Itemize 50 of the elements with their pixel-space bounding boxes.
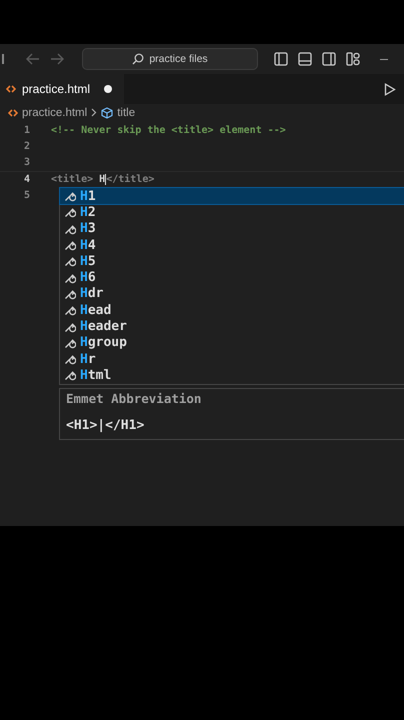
panel-layout-icon[interactable] bbox=[298, 52, 312, 66]
wrench-icon bbox=[64, 206, 76, 218]
code-preview: <H1>|</H1> bbox=[66, 418, 146, 433]
line-number: 5 bbox=[22, 190, 30, 201]
suggestion-item[interactable]: H6 bbox=[60, 269, 404, 286]
line-number: 4 bbox=[22, 174, 30, 185]
suggestion-item[interactable]: Hr bbox=[60, 350, 404, 368]
suggestion-item[interactable]: Header bbox=[60, 318, 404, 335]
suggestion-item[interactable]: H5 bbox=[60, 253, 404, 270]
sidebar-layout-icon[interactable] bbox=[274, 52, 288, 66]
back-arrow-icon[interactable] bbox=[26, 53, 40, 65]
wrench-icon bbox=[64, 369, 76, 382]
wrench-icon bbox=[64, 304, 76, 316]
html-file-icon bbox=[6, 84, 16, 94]
suggestion-item[interactable]: Hdr bbox=[60, 286, 404, 302]
suggestion-item[interactable]: H4 bbox=[60, 236, 404, 254]
breadcrumb-item[interactable]: practice.html bbox=[22, 106, 88, 118]
wrench-icon bbox=[64, 288, 76, 300]
code-line: <!-- Never skip the <title> element --> bbox=[51, 124, 286, 136]
forward-arrow-icon[interactable] bbox=[50, 53, 64, 65]
secondary-sidebar-icon[interactable] bbox=[322, 52, 336, 66]
line-number: 3 bbox=[22, 157, 30, 168]
layout-grid-icon[interactable] bbox=[346, 52, 360, 66]
minimize-icon[interactable] bbox=[380, 58, 388, 60]
breadcrumb-item[interactable]: title bbox=[117, 106, 136, 118]
wrench-icon bbox=[64, 222, 76, 235]
chevron-right-icon bbox=[91, 108, 98, 117]
suggestion-item[interactable]: H3 bbox=[60, 220, 404, 237]
search-field[interactable]: practice files bbox=[82, 48, 258, 70]
run-icon[interactable] bbox=[384, 82, 396, 96]
suggestion-item[interactable]: Hgroup bbox=[60, 334, 404, 351]
suggestion-item[interactable]: H1 bbox=[60, 188, 404, 204]
wrench-icon bbox=[64, 336, 76, 349]
wrench-icon bbox=[64, 272, 76, 284]
wrench-icon bbox=[64, 255, 76, 268]
wrench-icon bbox=[64, 239, 76, 252]
wrench-icon bbox=[64, 320, 76, 333]
suggestion-item[interactable]: Html bbox=[60, 367, 404, 384]
html-file-icon bbox=[8, 108, 18, 118]
wrench-icon bbox=[64, 190, 76, 202]
suggestion-item[interactable]: H2 bbox=[60, 204, 404, 221]
cube-icon bbox=[101, 106, 114, 118]
details-title: Emmet Abbreviation bbox=[66, 391, 202, 406]
line-number: 1 bbox=[22, 124, 30, 136]
wrench-icon bbox=[64, 353, 76, 366]
code-line: <title> H</title> bbox=[51, 174, 154, 185]
line-number: 2 bbox=[22, 140, 30, 152]
search-icon bbox=[132, 53, 144, 65]
suggestion-item[interactable]: Head bbox=[60, 302, 404, 318]
editor-tab[interactable]: practice.html bbox=[0, 74, 124, 104]
